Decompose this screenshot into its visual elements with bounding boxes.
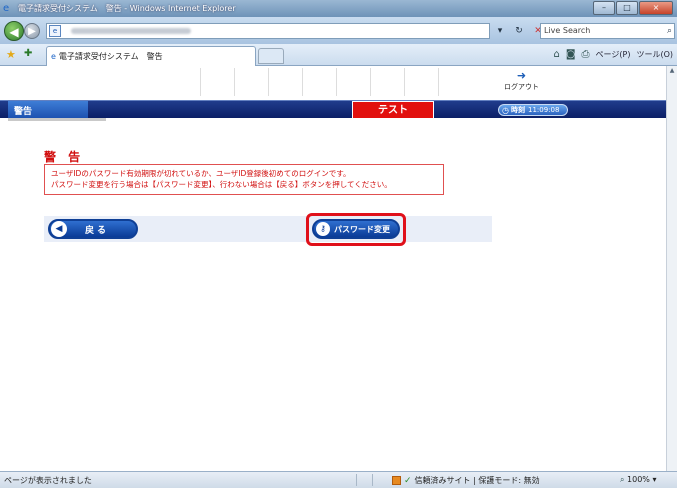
clock-label: 時刻 xyxy=(510,106,525,114)
logout-label: ログアウト xyxy=(504,83,539,91)
home-icon[interactable]: ⌂ xyxy=(553,49,559,60)
security-zone[interactable]: ✓ 信頼済みサイト | 保護モード: 無効 xyxy=(392,475,540,486)
search-placeholder: Live Search xyxy=(544,26,591,35)
browser-tab[interactable]: e 電子請求受付システム 警告 xyxy=(46,46,256,66)
warning-line-2: パスワード変更を行う場合は【パスワード変更】、行わない場合は【戻る】ボタンを押し… xyxy=(51,180,392,189)
status-divider xyxy=(356,474,357,486)
search-icon[interactable]: ⌕ xyxy=(667,24,672,38)
warning-message-box: ユーザIDのパスワード有効期限が切れているか、ユーザID登録後初めてのログインで… xyxy=(44,164,444,195)
section-label: 警告 xyxy=(8,101,88,119)
refresh-icon[interactable]: ↻ xyxy=(511,23,527,39)
feeds-icon[interactable]: ◙ xyxy=(566,49,576,60)
tab-label: 電子請求受付システム 警告 xyxy=(58,52,163,61)
status-text: ページが表示されました xyxy=(4,476,92,485)
warning-line-1: ユーザIDのパスワード有効期限が切れているか、ユーザID登録後初めてのログインで… xyxy=(51,169,351,178)
header-slot xyxy=(336,68,370,96)
blurred-url xyxy=(71,28,191,34)
status-bar: ページが表示されました ✓ 信頼済みサイト | 保護モード: 無効 ⌕ 100%… xyxy=(0,471,677,488)
zoom-control[interactable]: ⌕ 100% ▾ xyxy=(620,475,656,485)
forward-nav-button[interactable]: ▶ xyxy=(24,23,40,39)
change-password-button[interactable]: ⚷ パスワード変更 xyxy=(312,219,400,239)
favorites-star-icon[interactable]: ★ xyxy=(6,48,16,61)
close-button[interactable]: × xyxy=(639,1,673,15)
zoom-icon: ⌕ xyxy=(620,475,625,484)
address-input[interactable]: e xyxy=(46,23,490,39)
page-icon: e xyxy=(49,25,61,37)
header-slot xyxy=(268,68,302,96)
ie-logo-icon: e xyxy=(3,2,10,14)
header-slot xyxy=(302,68,336,96)
button-row: ◀ 戻る xyxy=(44,216,492,242)
tab-bar: ★ ✚ e 電子請求受付システム 警告 ⌂ ◙ ⎙ ページ(P) ツール(O) xyxy=(0,44,677,66)
back-nav-button[interactable]: ◀ xyxy=(4,21,24,41)
change-password-label: パスワード変更 xyxy=(334,224,390,234)
window-titlebar: e 電子請求受付システム 警告 - Windows Internet Explo… xyxy=(0,0,677,17)
page-menu[interactable]: ページ(P) xyxy=(596,49,631,60)
address-toolbar: ◀ ▶ e ▾ ↻ ✕ Live Search ⌕ xyxy=(0,17,677,44)
logout-icon: ➜ xyxy=(516,69,527,82)
add-favorites-icon[interactable]: ✚ xyxy=(24,48,32,59)
logout-link[interactable]: ➜ ログアウト xyxy=(504,70,539,92)
dropdown-arrow-icon[interactable]: ▾ xyxy=(492,23,508,39)
maximize-button[interactable]: □ xyxy=(616,1,638,15)
zone-icon xyxy=(392,476,401,485)
trusted-check-icon: ✓ xyxy=(404,475,412,486)
tools-menu[interactable]: ツール(O) xyxy=(636,49,673,60)
tab-page-icon: e xyxy=(51,52,56,61)
print-icon[interactable]: ⎙ xyxy=(582,49,590,60)
security-zone-text: 信頼済みサイト | 保護モード: 無効 xyxy=(414,476,540,485)
status-divider xyxy=(372,474,373,486)
vertical-scrollbar[interactable]: ▲ xyxy=(666,66,677,471)
address-tools: ▾ ↻ ✕ xyxy=(492,23,546,39)
app-header: ➜ ログアウト xyxy=(0,66,666,100)
key-icon: ⚷ xyxy=(316,222,330,236)
back-button[interactable]: ◀ 戻る xyxy=(48,219,138,239)
section-underline xyxy=(8,118,106,121)
zoom-level: 100% xyxy=(627,475,650,484)
header-menu-slots xyxy=(200,68,472,96)
command-bar: ⌂ ◙ ⎙ ページ(P) ツール(O) xyxy=(553,49,673,60)
clock-value: 11:09:08 xyxy=(527,106,560,114)
header-slot xyxy=(370,68,404,96)
window-controls: – □ × xyxy=(593,1,673,15)
clock-icon: ◷ xyxy=(502,105,509,115)
warning-title: 警 告 xyxy=(44,150,85,164)
header-slot xyxy=(404,68,438,96)
back-arrow-icon: ◀ xyxy=(51,221,67,237)
environment-badge: テスト xyxy=(352,101,434,119)
search-input[interactable]: Live Search ⌕ xyxy=(540,23,675,39)
back-button-label: 戻る xyxy=(85,225,110,236)
scroll-up-arrow-icon[interactable]: ▲ xyxy=(667,66,677,76)
minimize-button[interactable]: – xyxy=(593,1,615,15)
page-viewport: ➜ ログアウト 警告 テスト ◷ 時刻 11:09:08 警 告 ユーザIDのパ… xyxy=(0,66,666,471)
window-title: 電子請求受付システム 警告 - Windows Internet Explore… xyxy=(18,4,236,13)
zoom-dropdown-icon: ▾ xyxy=(652,475,657,484)
header-slot xyxy=(200,68,234,96)
new-tab-button[interactable] xyxy=(258,48,284,64)
nav-strip: 警告 テスト ◷ 時刻 11:09:08 xyxy=(0,100,666,119)
header-slot xyxy=(234,68,268,96)
clock-badge: ◷ 時刻 11:09:08 xyxy=(498,104,568,116)
header-slot xyxy=(438,68,472,96)
